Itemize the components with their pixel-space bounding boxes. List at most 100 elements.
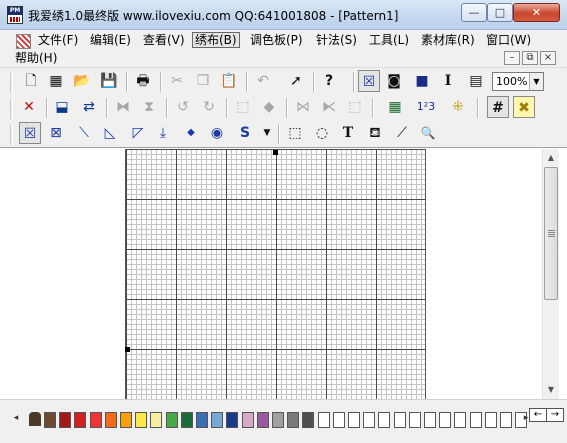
title-bar[interactable]: PM 我爱绣1.0最终版 www.ilovexiu.com QQ:6410018… xyxy=(0,0,567,30)
color-swatch[interactable] xyxy=(74,412,87,428)
flip-vertical-icon[interactable]: ⧗ xyxy=(138,96,160,118)
color-swatch[interactable] xyxy=(484,412,497,428)
paste-icon[interactable]: 📋 xyxy=(218,70,240,92)
menu-window[interactable]: 窗口(W) xyxy=(486,33,531,47)
pattern-icon[interactable]: ⁜ xyxy=(447,96,469,118)
import-icon[interactable]: ➚ xyxy=(285,70,307,92)
mirror-v-icon[interactable]: ⧔ xyxy=(318,96,340,118)
toolbar-grip[interactable] xyxy=(10,73,13,93)
half-cross-icon[interactable]: ⊠ xyxy=(45,122,67,144)
palette-left-icon[interactable]: ◂ xyxy=(8,410,24,426)
grid-toggle-icon[interactable]: # xyxy=(487,96,509,118)
select-move-icon[interactable]: ⬓ xyxy=(51,96,73,118)
frame-icon[interactable]: ⬚ xyxy=(344,96,366,118)
cross-stitch-view-icon[interactable]: ☒ xyxy=(358,70,380,92)
menu-stitch[interactable]: 针法(S) xyxy=(316,33,357,47)
color-swatch[interactable] xyxy=(196,412,208,428)
select-fill-icon[interactable]: ⬚ xyxy=(232,96,254,118)
mdi-minimize-button[interactable]: – xyxy=(504,51,520,65)
maximize-button[interactable]: □ xyxy=(487,3,513,22)
copy-icon[interactable]: ❐ xyxy=(192,70,214,92)
color-swatch[interactable] xyxy=(454,412,467,428)
stitch-grid[interactable] xyxy=(125,149,426,399)
menu-tools[interactable]: 工具(L) xyxy=(369,33,409,47)
color-swatch[interactable] xyxy=(272,412,284,428)
menu-library[interactable]: 素材库(R) xyxy=(421,33,475,47)
mdi-close-button[interactable]: × xyxy=(540,51,556,65)
color-swatch[interactable] xyxy=(180,412,193,428)
fill-tool-icon[interactable]: ⛾ xyxy=(364,122,386,144)
color-swatch[interactable] xyxy=(287,412,300,428)
document-icon[interactable] xyxy=(16,34,31,49)
save-icon[interactable]: 💾 xyxy=(98,70,120,92)
full-cross-icon[interactable]: ☒ xyxy=(19,122,41,144)
color-swatch[interactable] xyxy=(408,412,421,428)
menu-file[interactable]: 文件(F) xyxy=(38,33,78,47)
color-swatch[interactable] xyxy=(317,412,330,428)
chevron-down-icon[interactable]: ▼ xyxy=(529,73,543,90)
palette-nav-left-icon[interactable]: ← xyxy=(529,408,547,422)
close-button[interactable]: ✕ xyxy=(513,3,560,22)
color-swatch[interactable] xyxy=(104,412,117,428)
zoom-select[interactable]: 100% ▼ xyxy=(492,72,544,91)
color-swatch[interactable] xyxy=(469,412,482,428)
app-pm-icon[interactable]: PM xyxy=(7,6,23,24)
color-swatch[interactable] xyxy=(439,412,452,428)
color-swatch[interactable] xyxy=(211,412,224,428)
color-swatch[interactable] xyxy=(44,412,56,428)
color-swatch[interactable] xyxy=(226,412,239,428)
undo-icon[interactable]: ↶ xyxy=(252,70,274,92)
rotate-left-icon[interactable]: ↺ xyxy=(172,96,194,118)
thread-spool-icon[interactable] xyxy=(29,412,41,426)
color-swatch[interactable] xyxy=(332,412,345,428)
menu-palette[interactable]: 调色板(P) xyxy=(250,33,303,47)
color-swatch[interactable] xyxy=(59,412,72,428)
quarter-stitch-icon[interactable]: ◺ xyxy=(99,122,121,144)
help-icon[interactable]: ? xyxy=(318,70,340,92)
color-swatch[interactable] xyxy=(424,412,436,428)
three-quarter-icon[interactable]: ◸ xyxy=(127,122,149,144)
scroll-down-icon[interactable]: ▼ xyxy=(543,382,559,398)
zoom-icon[interactable]: 🔍 xyxy=(417,122,439,144)
color-swatch[interactable] xyxy=(256,412,269,428)
color-swatch[interactable] xyxy=(135,412,148,428)
color-view-icon[interactable]: ■ xyxy=(411,70,433,92)
numbering-icon[interactable]: 1²3 xyxy=(415,96,437,118)
menu-help[interactable]: 帮助(H) xyxy=(15,51,57,65)
toolbar-grip[interactable] xyxy=(10,99,13,119)
color-swatch[interactable] xyxy=(393,412,406,428)
new-pattern-icon[interactable]: ▦ xyxy=(45,70,67,92)
color-swatch[interactable] xyxy=(348,412,360,428)
menu-canvas[interactable]: 绣布(B) xyxy=(192,32,240,48)
color-swatch[interactable] xyxy=(120,412,132,428)
scroll-thumb[interactable] xyxy=(544,167,558,300)
open-icon[interactable]: 📂 xyxy=(71,70,93,92)
color-grid-icon[interactable]: ▦ xyxy=(384,96,406,118)
french-knot-icon[interactable]: ◆ xyxy=(180,122,202,144)
text-tool-icon[interactable]: T xyxy=(337,122,359,144)
mdi-restore-button[interactable]: ⧉ xyxy=(522,51,538,65)
scroll-up-icon[interactable]: ▲ xyxy=(543,150,559,166)
minimize-button[interactable]: — xyxy=(461,3,487,22)
cut-icon[interactable]: ✂ xyxy=(166,70,188,92)
color-swatch[interactable] xyxy=(241,412,254,428)
cross-toggle-icon[interactable]: ✖ xyxy=(513,96,535,118)
rect-select-icon[interactable]: ⬚ xyxy=(284,122,306,144)
bead-icon[interactable]: ◉ xyxy=(206,122,228,144)
color-swatch[interactable] xyxy=(165,412,178,428)
dropdown-arrow-icon[interactable]: ▼ xyxy=(256,122,278,144)
menu-view[interactable]: 查看(V) xyxy=(143,33,185,47)
canvas-area[interactable] xyxy=(0,149,542,399)
text-cursor-icon[interactable]: I xyxy=(437,70,459,92)
eyedropper-icon[interactable]: ⟋ xyxy=(391,122,413,144)
long-stitch-icon[interactable]: ⤓ xyxy=(152,122,174,144)
bucket-icon[interactable]: ◆ xyxy=(258,96,280,118)
mirror-icon[interactable]: ⋈ xyxy=(292,96,314,118)
list-icon[interactable]: ▤ xyxy=(465,70,487,92)
color-swatch[interactable] xyxy=(378,412,391,428)
lasso-icon[interactable]: ◌ xyxy=(311,122,333,144)
symbol-view-icon[interactable]: ◙ xyxy=(383,70,405,92)
swap-icon[interactable]: ⇄ xyxy=(78,96,100,118)
vertical-scrollbar[interactable]: ▲ ▼ xyxy=(542,149,559,399)
menu-edit[interactable]: 编辑(E) xyxy=(90,33,131,47)
